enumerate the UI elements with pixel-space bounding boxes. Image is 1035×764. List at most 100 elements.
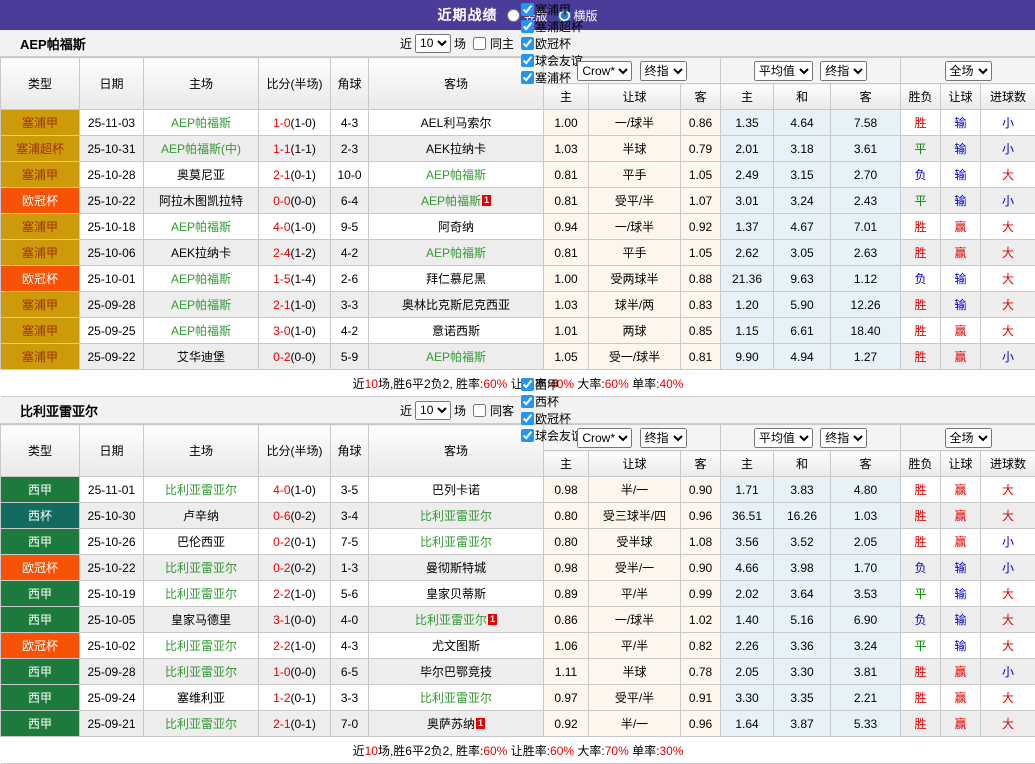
fulltime-score: 1-0 bbox=[273, 665, 290, 679]
subcol-avg-draw: 和 bbox=[774, 84, 831, 110]
result-handicap: 赢 bbox=[941, 318, 981, 344]
odds-company-select[interactable]: Crow* bbox=[577, 428, 632, 448]
league-checkbox[interactable] bbox=[521, 37, 534, 50]
team-label: 奥萨苏纳 bbox=[427, 717, 475, 731]
result-handicap: 赢 bbox=[941, 685, 981, 711]
corners: 4-3 bbox=[331, 110, 369, 136]
subcol-result: 胜负 bbox=[901, 451, 941, 477]
odds-handicap: 平/半 bbox=[589, 581, 681, 607]
subcol-handicap: 让球 bbox=[589, 84, 681, 110]
result-handicap: 输 bbox=[941, 266, 981, 292]
avg-draw: 3.83 bbox=[774, 477, 831, 503]
league-checkbox[interactable] bbox=[521, 3, 534, 16]
team-label: 比利亚雷亚尔 bbox=[165, 665, 237, 679]
league-filter[interactable]: 球会友谊 bbox=[517, 52, 583, 69]
average-select[interactable]: 平均值 bbox=[754, 428, 813, 448]
corners: 5-6 bbox=[331, 581, 369, 607]
league-checkbox-label: 西甲 bbox=[535, 376, 559, 393]
summary-text: 近 bbox=[353, 377, 365, 391]
league-checkbox[interactable] bbox=[521, 20, 534, 33]
same-venue-checkbox[interactable] bbox=[473, 404, 486, 417]
fulltime-select[interactable]: 全场 bbox=[945, 61, 992, 81]
league-filter[interactable]: 塞浦超杯 bbox=[517, 18, 583, 35]
halftime-score: (0-0) bbox=[291, 665, 316, 679]
league-filter[interactable]: 西甲 bbox=[517, 376, 583, 393]
corners: 7-0 bbox=[331, 711, 369, 737]
odds-away: 0.90 bbox=[681, 477, 721, 503]
score-cell: 2-1(0-1) bbox=[259, 162, 331, 188]
corners: 2-6 bbox=[331, 266, 369, 292]
league-checkbox[interactable] bbox=[521, 395, 534, 408]
result-goals: 大 bbox=[981, 266, 1035, 292]
away-team: 阿奇纳 bbox=[369, 214, 544, 240]
result-goals: 小 bbox=[981, 110, 1035, 136]
odds-home: 1.00 bbox=[544, 266, 589, 292]
average-final-select[interactable]: 终指 bbox=[820, 428, 867, 448]
team-label: 比利亚雷亚尔 bbox=[165, 587, 237, 601]
league-filter[interactable]: 塞浦甲 bbox=[517, 1, 583, 18]
away-team: 比利亚雷亚尔 bbox=[369, 503, 544, 529]
avg-away: 2.70 bbox=[831, 162, 901, 188]
result-outcome: 胜 bbox=[901, 240, 941, 266]
league-checkbox[interactable] bbox=[521, 429, 534, 442]
league-checkbox[interactable] bbox=[521, 378, 534, 391]
team-label: 皇家贝蒂斯 bbox=[426, 587, 486, 601]
away-team: AEK拉纳卡 bbox=[369, 136, 544, 162]
team-label: 卢辛纳 bbox=[183, 509, 219, 523]
match-date: 25-11-01 bbox=[80, 477, 144, 503]
league-badge: 塞浦甲 bbox=[1, 344, 80, 370]
league-filter[interactable]: 欧冠杯 bbox=[517, 410, 583, 427]
team-label: AEP帕福斯(中) bbox=[161, 142, 241, 156]
team-label: 比利亚雷亚尔 bbox=[420, 535, 492, 549]
league-checkbox[interactable] bbox=[521, 71, 534, 84]
summary-stat-value: 60% bbox=[483, 744, 507, 758]
league-filter[interactable]: 塞浦杯 bbox=[517, 69, 583, 86]
league-badge: 西杯 bbox=[1, 503, 80, 529]
odds-company-select[interactable]: Crow* bbox=[577, 61, 632, 81]
average-final-select[interactable]: 终指 bbox=[820, 61, 867, 81]
team-label: 比利亚雷亚尔 bbox=[165, 639, 237, 653]
odds-home: 0.97 bbox=[544, 685, 589, 711]
odds-away: 0.82 bbox=[681, 633, 721, 659]
same-venue-checkbox[interactable] bbox=[473, 37, 486, 50]
match-count-select[interactable]: 10 bbox=[415, 34, 451, 53]
average-select[interactable]: 平均值 bbox=[754, 61, 813, 81]
results-body: 西甲25-11-01比利亚雷亚尔4-0(1-0)3-5巴列卡诺0.98半/一0.… bbox=[1, 477, 1035, 737]
league-checkbox[interactable] bbox=[521, 412, 534, 425]
score-cell: 2-2(1-0) bbox=[259, 633, 331, 659]
league-checkbox[interactable] bbox=[521, 54, 534, 67]
results-table: 类型 日期 主场 比分(半场) 角球 客场 Crow* 终指 平均值 终指 bbox=[0, 424, 1035, 764]
home-team: AEP帕福斯 bbox=[144, 292, 259, 318]
match-count-select[interactable]: 10 bbox=[415, 401, 451, 420]
home-team: 艾华迪堡 bbox=[144, 344, 259, 370]
result-handicap: 输 bbox=[941, 581, 981, 607]
result-outcome: 胜 bbox=[901, 685, 941, 711]
halftime-score: (1-0) bbox=[291, 587, 316, 601]
odds-final-select[interactable]: 终指 bbox=[640, 61, 687, 81]
corners: 6-5 bbox=[331, 659, 369, 685]
avg-home: 36.51 bbox=[721, 503, 774, 529]
team-label: 比利亚雷亚尔 bbox=[415, 613, 487, 627]
subcol-goals: 进球数 bbox=[981, 451, 1035, 477]
near-label: 近 bbox=[400, 35, 412, 52]
summary-text: 单率: bbox=[629, 377, 660, 391]
match-date: 25-10-01 bbox=[80, 266, 144, 292]
team-label: 曼彻斯特城 bbox=[426, 561, 486, 575]
result-handicap: 赢 bbox=[941, 503, 981, 529]
fulltime-select[interactable]: 全场 bbox=[945, 428, 992, 448]
odds-handicap: 一/球半 bbox=[589, 607, 681, 633]
league-filter[interactable]: 欧冠杯 bbox=[517, 35, 583, 52]
score-cell: 2-1(1-0) bbox=[259, 292, 331, 318]
avg-home: 2.01 bbox=[721, 136, 774, 162]
result-handicap: 赢 bbox=[941, 240, 981, 266]
league-filter[interactable]: 西杯 bbox=[517, 393, 583, 410]
col-type: 类型 bbox=[1, 425, 80, 477]
team-label: AEP帕福斯 bbox=[426, 350, 486, 364]
odds-away: 1.05 bbox=[681, 240, 721, 266]
match-date: 25-10-30 bbox=[80, 503, 144, 529]
league-badge: 塞浦甲 bbox=[1, 214, 80, 240]
odds-home: 0.81 bbox=[544, 162, 589, 188]
odds-final-select[interactable]: 终指 bbox=[640, 428, 687, 448]
league-filter[interactable]: 球会友谊 bbox=[517, 427, 583, 444]
summary-stat-value: 60% bbox=[550, 744, 574, 758]
